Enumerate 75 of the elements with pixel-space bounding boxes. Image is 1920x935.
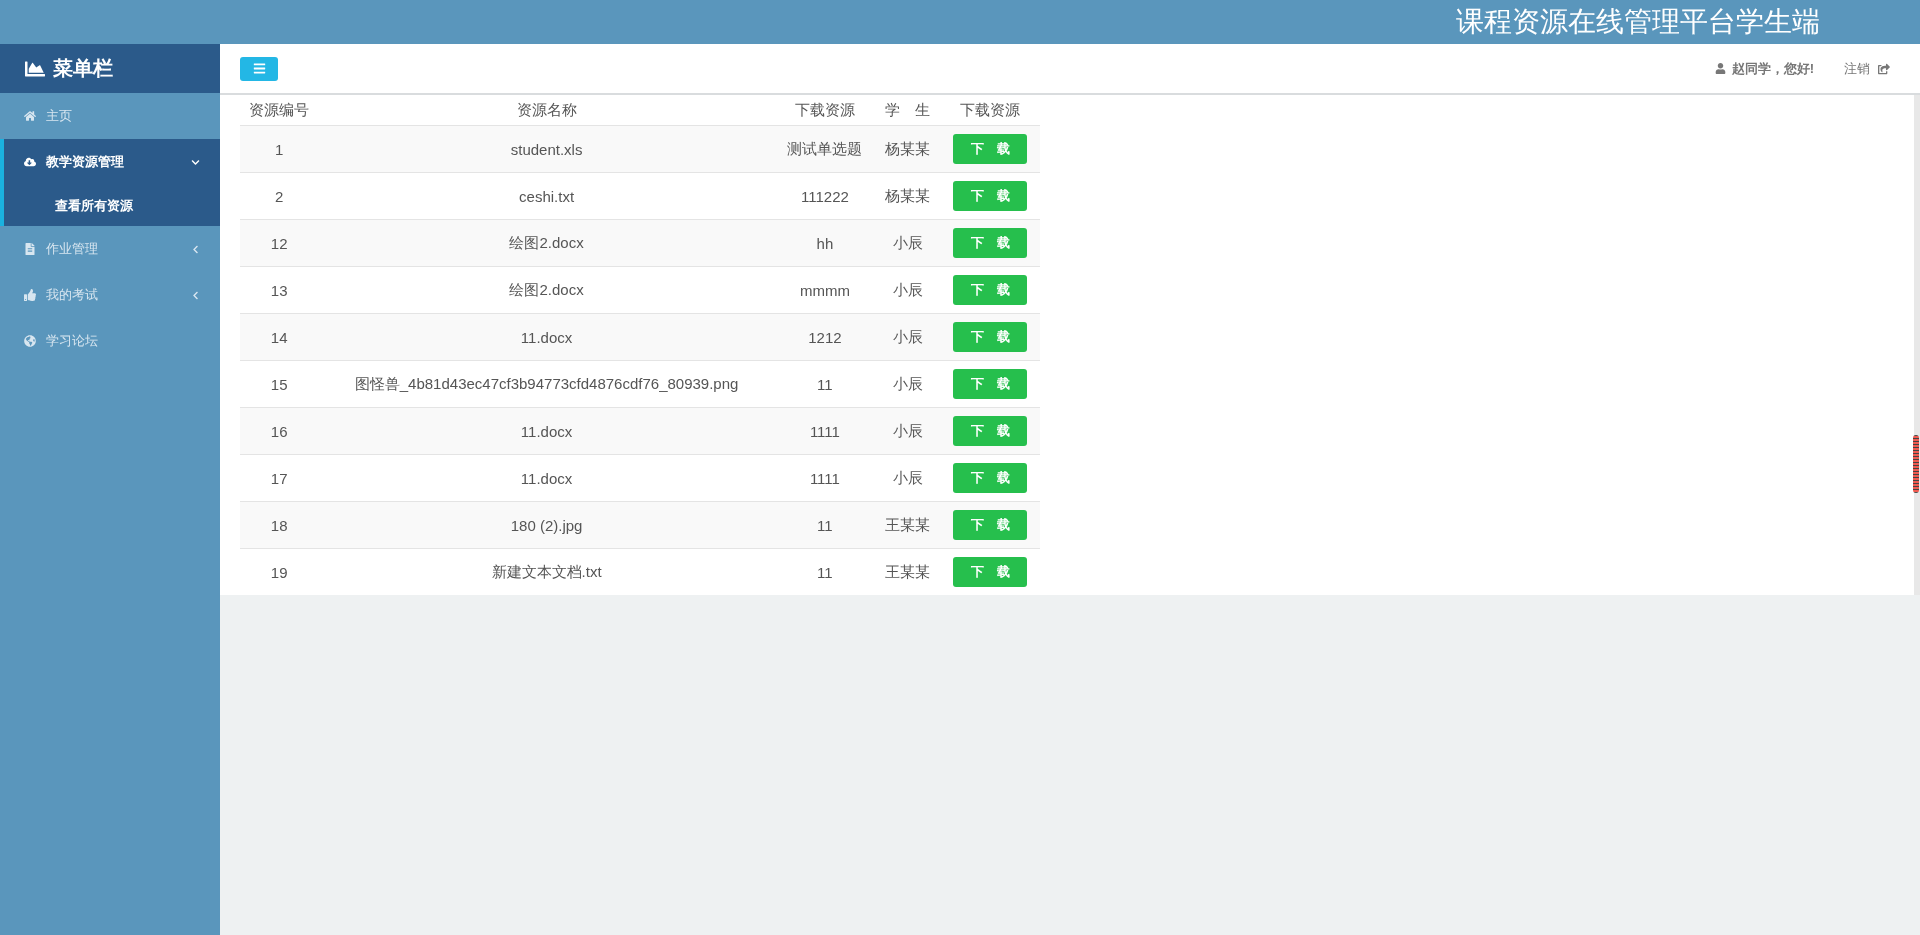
table-cell: 小辰: [875, 454, 941, 502]
download-button[interactable]: 下 载: [953, 181, 1028, 211]
app-title: 课程资源在线管理平台学生端: [1456, 5, 1820, 39]
table-cell: 19: [240, 548, 319, 595]
table-cell: 16: [240, 407, 319, 455]
menu-icon: [252, 62, 266, 75]
id-header: 资源编号: [240, 95, 319, 126]
greeting-text: 赵同学，您好!: [1731, 59, 1814, 78]
menu-item-icon: [24, 243, 36, 255]
table-cell: 小辰: [875, 266, 941, 314]
download-button[interactable]: 下 载: [953, 228, 1028, 258]
table-cell: 绘图2.docx: [318, 219, 775, 267]
download-button[interactable]: 下 载: [953, 463, 1028, 493]
user-icon: [1714, 63, 1726, 74]
download-button[interactable]: 下 载: [953, 557, 1028, 587]
download-header: 下载资源: [940, 95, 1040, 126]
table-cell: 王某某: [875, 501, 941, 549]
student-header: 学 生: [875, 95, 941, 126]
table-cell: 小辰: [875, 219, 941, 267]
download-button[interactable]: 下 载: [953, 134, 1028, 164]
table-cell: 王某某: [875, 548, 941, 595]
table-cell: 1: [240, 125, 319, 173]
sidebar-item[interactable]: 主页: [4, 93, 220, 139]
table-cell: 180 (2).jpg: [318, 501, 775, 549]
table-cell: 13: [240, 266, 319, 314]
table-cell: 11.docx: [318, 407, 775, 455]
table-cell: 1111: [774, 407, 876, 455]
table-cell: 17: [240, 454, 319, 502]
table-cell: mmmm: [774, 266, 876, 314]
download-button[interactable]: 下 载: [953, 369, 1028, 399]
table-cell: 1212: [774, 313, 876, 361]
sidebar-heading-text: 菜单栏: [53, 56, 113, 81]
table-cell: 15: [240, 360, 319, 408]
menu-toggle-button[interactable]: [240, 56, 278, 81]
table-cell: 图怪兽_4b81d43ec47cf3b94773cfd4876cdf76_80939.png: [318, 360, 775, 408]
menu-item-icon: [24, 335, 36, 347]
table-cell: 小辰: [875, 313, 941, 361]
table-cell: 2: [240, 172, 319, 220]
table-cell: 11: [774, 360, 876, 408]
table-cell: 11: [774, 548, 876, 595]
table-cell: 1111: [774, 454, 876, 502]
menu-item-icon: [24, 156, 36, 168]
logout-icon: [1878, 62, 1890, 75]
table-cell: 11.docx: [318, 313, 775, 361]
table-cell: 11: [774, 501, 876, 549]
table-cell: 11.docx: [318, 454, 775, 502]
resource-header: 下载资源: [774, 95, 876, 126]
table-cell: hh: [774, 219, 876, 267]
table-cell: 14: [240, 313, 319, 361]
table-cell: 111222: [774, 172, 876, 220]
table-cell: 小辰: [875, 407, 941, 455]
table-cell: 杨某某: [875, 125, 941, 173]
download-button[interactable]: 下 载: [953, 510, 1028, 540]
download-button[interactable]: 下 载: [953, 416, 1028, 446]
table-cell: 测试单选题: [774, 125, 876, 173]
sidebar-item[interactable]: 作业管理: [4, 226, 220, 272]
table-cell: 杨某某: [875, 172, 941, 220]
table-cell: 小辰: [875, 360, 941, 408]
sidebar-item[interactable]: 教学资源管理: [4, 139, 220, 185]
table-cell: 18: [240, 501, 319, 549]
menu-item-icon: [24, 289, 36, 301]
sidebar-subitem[interactable]: 查看所有资源: [4, 185, 220, 226]
download-button[interactable]: 下 载: [953, 322, 1028, 352]
logout-link[interactable]: 注销: [1844, 59, 1890, 78]
table-cell: ceshi.txt: [318, 172, 775, 220]
table-cell: 12: [240, 219, 319, 267]
sidebar-item[interactable]: 我的考试: [4, 272, 220, 318]
menu-item-icon: [24, 110, 36, 122]
scrollbar-thumb[interactable]: [1913, 435, 1919, 493]
sidebar-item[interactable]: 学习论坛: [4, 318, 220, 364]
table-cell: student.xls: [318, 125, 775, 173]
download-button[interactable]: 下 载: [953, 275, 1028, 305]
name-header: 资源名称: [318, 95, 775, 126]
table-cell: 绘图2.docx: [318, 266, 775, 314]
table-cell: 新建文本文档.txt: [318, 548, 775, 595]
